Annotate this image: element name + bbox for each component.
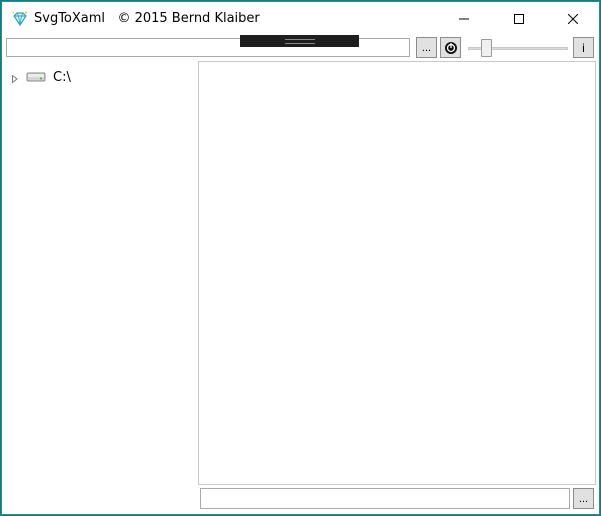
copyright-text: © 2015 Bernd Klaiber: [117, 11, 260, 26]
refresh-icon: [444, 41, 457, 54]
close-button[interactable]: [550, 2, 596, 35]
output-browse-label: ...: [578, 492, 589, 505]
browse-button-label: ...: [421, 41, 432, 54]
refresh-button[interactable]: [440, 37, 461, 58]
maximize-icon: [514, 13, 524, 24]
svg-preview-area[interactable]: [198, 61, 596, 485]
slider-thumb[interactable]: [481, 39, 492, 57]
info-button-label: i: [582, 40, 585, 55]
title-bar[interactable]: SvgToXaml © 2015 Bernd Klaiber: [2, 2, 599, 35]
grip-icon: [285, 39, 315, 44]
main-window: SvgToXaml © 2015 Bernd Klaiber ... i C:\…: [1, 1, 600, 515]
close-icon: [568, 13, 578, 24]
maximize-button[interactable]: [496, 2, 542, 35]
tree-item-label: C:\: [53, 70, 71, 85]
browse-button[interactable]: ...: [416, 37, 437, 58]
info-button[interactable]: i: [573, 37, 594, 58]
output-path-input[interactable]: [200, 488, 570, 509]
drag-handle[interactable]: [240, 35, 359, 47]
minimize-icon: [459, 18, 469, 19]
diamond-icon: [11, 10, 29, 28]
drive-icon: [26, 71, 46, 86]
folder-tree[interactable]: C:\: [4, 61, 196, 513]
zoom-slider[interactable]: [468, 39, 568, 57]
app-title: SvgToXaml: [34, 11, 106, 26]
output-browse-button[interactable]: ...: [573, 488, 594, 509]
expand-triangle-icon[interactable]: [12, 72, 18, 86]
minimize-button[interactable]: [441, 2, 487, 35]
